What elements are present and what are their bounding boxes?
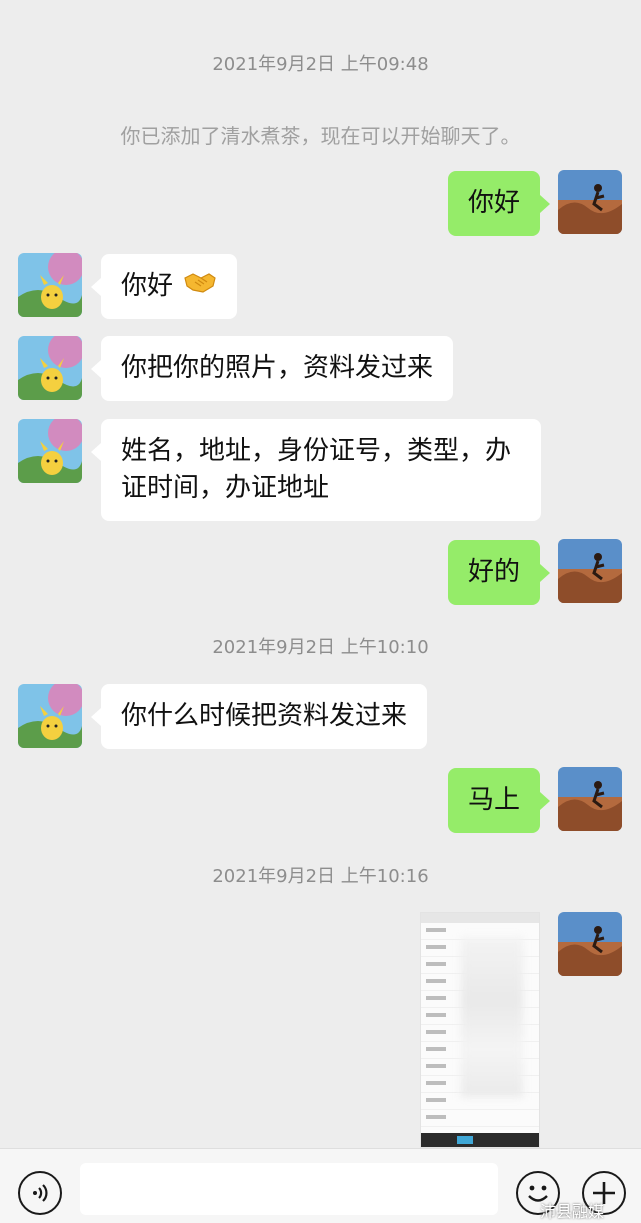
message-text-line: 姓名，地址，身份证号，类型，办 bbox=[121, 436, 512, 466]
my-avatar[interactable] bbox=[558, 767, 622, 831]
message-text: 好的 bbox=[468, 557, 521, 587]
message-text: 马上 bbox=[468, 785, 521, 815]
my-avatar[interactable] bbox=[558, 170, 622, 234]
handshake-emoji-icon bbox=[183, 268, 217, 305]
my-avatar[interactable] bbox=[558, 539, 622, 603]
message-text: 你把你的照片，资料发过来 bbox=[121, 353, 434, 383]
message-bubble-outgoing[interactable]: 好的 bbox=[448, 540, 551, 605]
image-message-thumbnail[interactable] bbox=[420, 912, 540, 1148]
message-text: 你什么时候把资料发过来 bbox=[121, 701, 408, 731]
message-text-line: 证时间，办证地址 bbox=[121, 473, 330, 503]
message-text: 你好 bbox=[121, 271, 174, 301]
system-note: 你已添加了清水煮茶，现在可以开始聊天了。 bbox=[120, 124, 521, 148]
timestamp: 2021年9月2日 上午10:16 bbox=[212, 866, 429, 887]
timestamp: 2021年9月2日 上午10:10 bbox=[212, 637, 429, 658]
watermark: 沛县融媒 bbox=[540, 1202, 605, 1221]
message-bubble-incoming[interactable]: 你把你的照片，资料发过来 bbox=[90, 336, 454, 401]
my-avatar[interactable] bbox=[558, 912, 622, 976]
voice-input-icon[interactable] bbox=[18, 1171, 62, 1215]
message-bubble-incoming[interactable]: 姓名，地址，身份证号，类型，办 证时间，办证地址 bbox=[91, 419, 541, 521]
message-bubble-incoming[interactable]: 你好 bbox=[90, 254, 238, 319]
contact-avatar[interactable] bbox=[18, 419, 82, 483]
contact-avatar[interactable] bbox=[18, 684, 82, 748]
message-input[interactable] bbox=[80, 1163, 498, 1215]
message-bubble-outgoing[interactable]: 你好 bbox=[448, 171, 551, 236]
message-text: 你好 bbox=[468, 188, 521, 218]
contact-avatar[interactable] bbox=[18, 253, 82, 317]
contact-avatar[interactable] bbox=[18, 336, 82, 400]
message-bubble-incoming[interactable]: 你什么时候把资料发过来 bbox=[90, 684, 428, 749]
timestamp: 2021年9月2日 上午09:48 bbox=[212, 54, 429, 75]
message-bubble-outgoing[interactable]: 马上 bbox=[448, 768, 551, 833]
